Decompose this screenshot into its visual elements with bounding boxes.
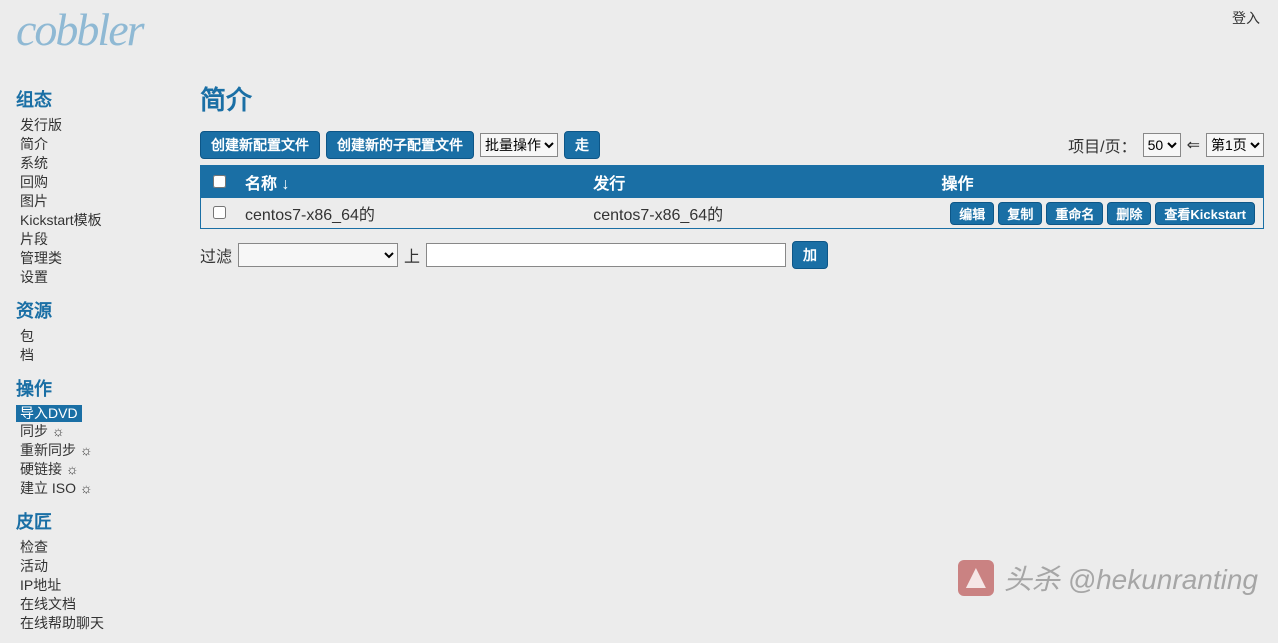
sidebar-item[interactable]: 档: [16, 346, 34, 365]
sidebar-item[interactable]: 在线帮助聊天: [16, 614, 104, 633]
filter-label: 过滤: [200, 243, 232, 267]
delete-button[interactable]: 删除: [1107, 202, 1151, 225]
filter-add-button[interactable]: 加: [792, 241, 828, 269]
sidebar-item[interactable]: 发行版: [16, 116, 62, 135]
main-content: 简介 创建新配置文件 创建新的子配置文件 批量操作 走 项目/页： 50 ⇐ 第…: [200, 60, 1278, 643]
view-kickstart-button[interactable]: 查看Kickstart: [1155, 202, 1255, 225]
login-link[interactable]: 登入: [1232, 0, 1278, 60]
create-sub-button[interactable]: 创建新的子配置文件: [326, 131, 474, 159]
items-per-page-select[interactable]: 50: [1143, 133, 1181, 157]
sidebar-header: 组态: [16, 86, 200, 112]
page-title: 简介: [200, 80, 1264, 117]
profiles-table: 名称 ↓ 发行 操作 centos7-x86_64的centos7-x86_64…: [200, 165, 1264, 229]
col-name[interactable]: 名称 ↓: [237, 166, 585, 199]
sidebar-item[interactable]: 重新同步 ☼: [16, 441, 93, 460]
sidebar-item[interactable]: 导入DVD: [16, 405, 82, 422]
sidebar-item[interactable]: 检查: [16, 538, 48, 557]
sidebar-item[interactable]: 片段: [16, 230, 48, 249]
col-release[interactable]: 发行: [585, 166, 933, 199]
sidebar-item[interactable]: 硬链接 ☼: [16, 460, 79, 479]
sidebar-header: 操作: [16, 375, 200, 401]
filter-up-label: 上: [404, 243, 420, 267]
copy-button[interactable]: 复制: [998, 202, 1042, 225]
sidebar: 组态发行版简介系统回购图片Kickstart模板片段管理类设置资源包档操作导入D…: [0, 60, 200, 643]
pager: 项目/页： 50 ⇐ 第1页: [1068, 133, 1264, 157]
pager-prev-icon[interactable]: ⇐: [1187, 135, 1200, 155]
toolbar: 创建新配置文件 创建新的子配置文件 批量操作 走 项目/页： 50 ⇐ 第1页: [200, 131, 1264, 159]
row-checkbox[interactable]: [213, 206, 226, 219]
sidebar-item[interactable]: 建立 ISO ☼: [16, 479, 93, 498]
filter-value-input[interactable]: [426, 243, 786, 267]
edit-button[interactable]: 编辑: [950, 202, 994, 225]
pager-label: 项目/页：: [1068, 133, 1136, 157]
sidebar-item[interactable]: 活动: [16, 557, 48, 576]
rename-button[interactable]: 重命名: [1046, 202, 1103, 225]
page-select[interactable]: 第1页: [1206, 133, 1264, 157]
cell-release: centos7-x86_64的: [585, 198, 933, 229]
filter-row: 过滤 上 加: [200, 241, 1264, 269]
sidebar-item[interactable]: Kickstart模板: [16, 211, 102, 230]
batch-select[interactable]: 批量操作: [480, 133, 558, 157]
filter-field-select[interactable]: [238, 243, 398, 267]
sidebar-item[interactable]: 管理类: [16, 249, 62, 268]
sidebar-header: 资源: [16, 297, 200, 323]
sidebar-item[interactable]: 回购: [16, 173, 48, 192]
table-row: centos7-x86_64的centos7-x86_64的编辑复制重命名删除查…: [201, 198, 1264, 229]
logo: cobbler: [0, 0, 143, 60]
go-button[interactable]: 走: [564, 131, 600, 159]
sidebar-item[interactable]: 简介: [16, 135, 48, 154]
sidebar-header: 皮匠: [16, 508, 200, 534]
sidebar-item[interactable]: 包: [16, 327, 34, 346]
sidebar-item[interactable]: 图片: [16, 192, 48, 211]
select-all-checkbox[interactable]: [213, 175, 226, 188]
sidebar-item[interactable]: 在线文档: [16, 595, 76, 614]
create-new-button[interactable]: 创建新配置文件: [200, 131, 320, 159]
cell-name: centos7-x86_64的: [237, 198, 585, 229]
sidebar-item[interactable]: 同步 ☼: [16, 422, 65, 441]
sidebar-item[interactable]: 设置: [16, 268, 48, 287]
col-actions: 操作: [934, 166, 1264, 199]
sidebar-item[interactable]: 系统: [16, 154, 48, 173]
sidebar-item[interactable]: IP地址: [16, 576, 61, 595]
